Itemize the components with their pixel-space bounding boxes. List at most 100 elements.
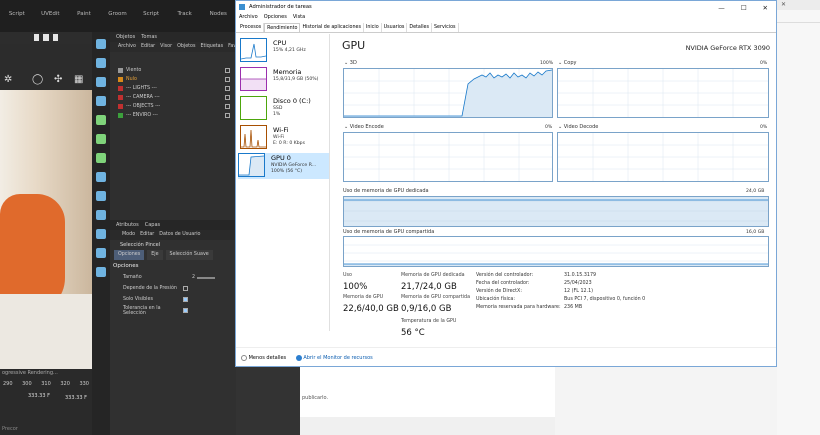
- frame-field-a[interactable]: 333.33 F: [28, 393, 50, 399]
- frame-field-b[interactable]: 333.33 F: [65, 395, 87, 401]
- menu-objetos[interactable]: Objetos: [177, 42, 195, 52]
- subtab-opciones[interactable]: Opciones: [114, 250, 145, 260]
- visibility-toggle[interactable]: [225, 104, 230, 109]
- text-icon[interactable]: [96, 96, 106, 106]
- subtab-seleccion-suave[interactable]: Selección Suave: [165, 250, 213, 260]
- tab-detalles[interactable]: Detalles: [407, 23, 432, 32]
- render-view-icon[interactable]: [43, 34, 49, 41]
- layout-tab-script2[interactable]: Script: [134, 8, 168, 20]
- layout-tab-uvedit[interactable]: UVEdit: [34, 8, 68, 20]
- menu-opciones[interactable]: Opciones: [264, 13, 287, 22]
- footer-bar: Menos detalles Abrir el Monitor de recur…: [236, 347, 776, 367]
- web-page-side: [555, 367, 777, 435]
- stat-mem-gpu: 22,6/40,0 GB: [343, 304, 399, 314]
- search-field[interactable]: Precor: [2, 426, 18, 432]
- visibility-toggle[interactable]: [225, 113, 230, 118]
- stat-temp: 56 °C: [401, 328, 425, 338]
- resource-cpu[interactable]: CPU 15% 4,21 GHz: [240, 38, 328, 64]
- subtab-eje[interactable]: Eje: [147, 250, 163, 260]
- tab-capas[interactable]: Capas: [145, 220, 160, 230]
- camera-icon[interactable]: [96, 39, 106, 49]
- circle-icon[interactable]: ◯: [32, 74, 43, 85]
- menu-vista[interactable]: Vista: [293, 13, 305, 22]
- resource-monitor-link[interactable]: Abrir el Monitor de recursos: [303, 355, 372, 361]
- menu-modo[interactable]: Modo: [122, 230, 135, 240]
- object-row[interactable]: --- ENVIRO ---: [110, 111, 236, 120]
- field-icon[interactable]: [96, 172, 106, 182]
- pressure-checkbox[interactable]: [183, 286, 188, 291]
- tab-usuarios[interactable]: Usuarios: [382, 23, 408, 32]
- object-row[interactable]: --- LIGHTS ---: [110, 84, 236, 93]
- graph-dedicated-memory: [343, 196, 769, 227]
- layout-tab-nodes[interactable]: Nodes: [201, 8, 235, 20]
- resource-name: GPU 0: [271, 154, 291, 162]
- layout-tab-script[interactable]: Script: [0, 8, 34, 20]
- tab-tomas[interactable]: Tomas: [141, 32, 157, 42]
- menu-editar[interactable]: Editar: [140, 230, 154, 240]
- render-icon[interactable]: [34, 34, 40, 41]
- brush-icon[interactable]: [96, 267, 106, 277]
- render-settings-icon[interactable]: [52, 34, 58, 41]
- layout-tab-paint[interactable]: Paint: [67, 8, 101, 20]
- visibility-toggle[interactable]: [225, 68, 230, 73]
- layout-tab-groom[interactable]: Groom: [101, 8, 135, 20]
- graph-label-3d[interactable]: ⌄ 3D: [344, 60, 357, 66]
- menu-visor[interactable]: Visor: [160, 42, 172, 52]
- resource-type: NVIDIA GeForce R...: [271, 163, 317, 168]
- visibility-toggle[interactable]: [225, 95, 230, 100]
- object-row[interactable]: --- CAMERA ---: [110, 93, 236, 102]
- deformer-icon[interactable]: [96, 134, 106, 144]
- menu-datos-usuario[interactable]: Datos de Usuario: [159, 230, 200, 240]
- tab-procesos[interactable]: Procesos: [238, 23, 265, 32]
- resource-wifi[interactable]: Wi-Fi Wi-Fi E: 0 R: 0 Kbps: [240, 125, 328, 151]
- tools-icon[interactable]: ✣: [54, 74, 62, 85]
- grid-icon[interactable]: ▦: [74, 74, 83, 85]
- stats-panel: Uso 100% Memoria de GPU 22,6/40,0 GB Mem…: [340, 273, 770, 343]
- menu-archivo[interactable]: Archivo: [118, 42, 136, 52]
- tab-rendimiento[interactable]: Rendimiento: [264, 23, 301, 32]
- resource-memoria[interactable]: Memoria 15,8/31,9 GB (50%): [240, 67, 328, 93]
- object-row[interactable]: Viento: [110, 66, 236, 75]
- tick: 310: [41, 381, 51, 387]
- generator-icon[interactable]: [96, 115, 106, 125]
- attributes-menu: Modo Editar Datos de Usuario: [110, 230, 236, 240]
- tag-icon[interactable]: [96, 191, 106, 201]
- visible-only-checkbox[interactable]: [183, 297, 188, 302]
- cube-icon[interactable]: [96, 58, 106, 68]
- fewer-details-link[interactable]: Menos detalles: [249, 355, 287, 361]
- stat-label-temp: Temperatura de la GPU: [401, 319, 457, 324]
- tab-inicio[interactable]: Inicio: [364, 23, 382, 32]
- size-slider[interactable]: [197, 276, 215, 279]
- menu-etiquetas[interactable]: Etiquetas: [200, 42, 223, 52]
- size-input[interactable]: 2: [183, 275, 195, 280]
- object-row[interactable]: Nulo: [110, 75, 236, 84]
- visibility-toggle[interactable]: [225, 86, 230, 91]
- resource-gpu[interactable]: GPU 0 NVIDIA GeForce R... 100% (56 °C): [238, 153, 329, 179]
- tab-objetos[interactable]: Objetos: [116, 32, 135, 42]
- effector-icon[interactable]: [96, 153, 106, 163]
- chevron-up-icon[interactable]: [241, 354, 247, 361]
- graph-label-decode[interactable]: ⌄ Video Decode: [558, 124, 598, 130]
- graph-label-encode[interactable]: ⌄ Video Encode: [344, 124, 384, 130]
- viewport[interactable]: ✲ ◯ ✣ ▦: [0, 44, 92, 369]
- objects-tabs: Objetos Tomas: [110, 32, 236, 42]
- render-cam-icon[interactable]: [96, 229, 106, 239]
- layout-tab-track[interactable]: Track: [168, 8, 202, 20]
- graph-label-copy[interactable]: ⌄ Copy: [558, 60, 576, 66]
- spline-icon[interactable]: [96, 77, 106, 87]
- tolerance-checkbox[interactable]: [183, 308, 188, 313]
- menu-archivo[interactable]: Archivo: [239, 13, 258, 22]
- resource-disco[interactable]: Disco 0 (C:) SSD 1%: [240, 96, 328, 122]
- sky-icon[interactable]: [96, 210, 106, 220]
- menu-editar[interactable]: Editar: [141, 42, 155, 52]
- timeline-ticks[interactable]: 290 300 310 320 330: [0, 381, 92, 387]
- visibility-toggle[interactable]: [225, 77, 230, 82]
- object-row[interactable]: --- OBJECTS ---: [110, 102, 236, 111]
- tab-historial[interactable]: Historial de aplicaciones: [300, 23, 364, 32]
- paint-icon[interactable]: [96, 248, 106, 258]
- move-icon[interactable]: ✲: [4, 74, 12, 85]
- close-icon[interactable]: ✕: [781, 1, 786, 8]
- graph-shared-plot: [344, 244, 768, 266]
- tab-servicios[interactable]: Servicios: [432, 23, 459, 32]
- tab-atributos[interactable]: Atributos: [116, 220, 139, 230]
